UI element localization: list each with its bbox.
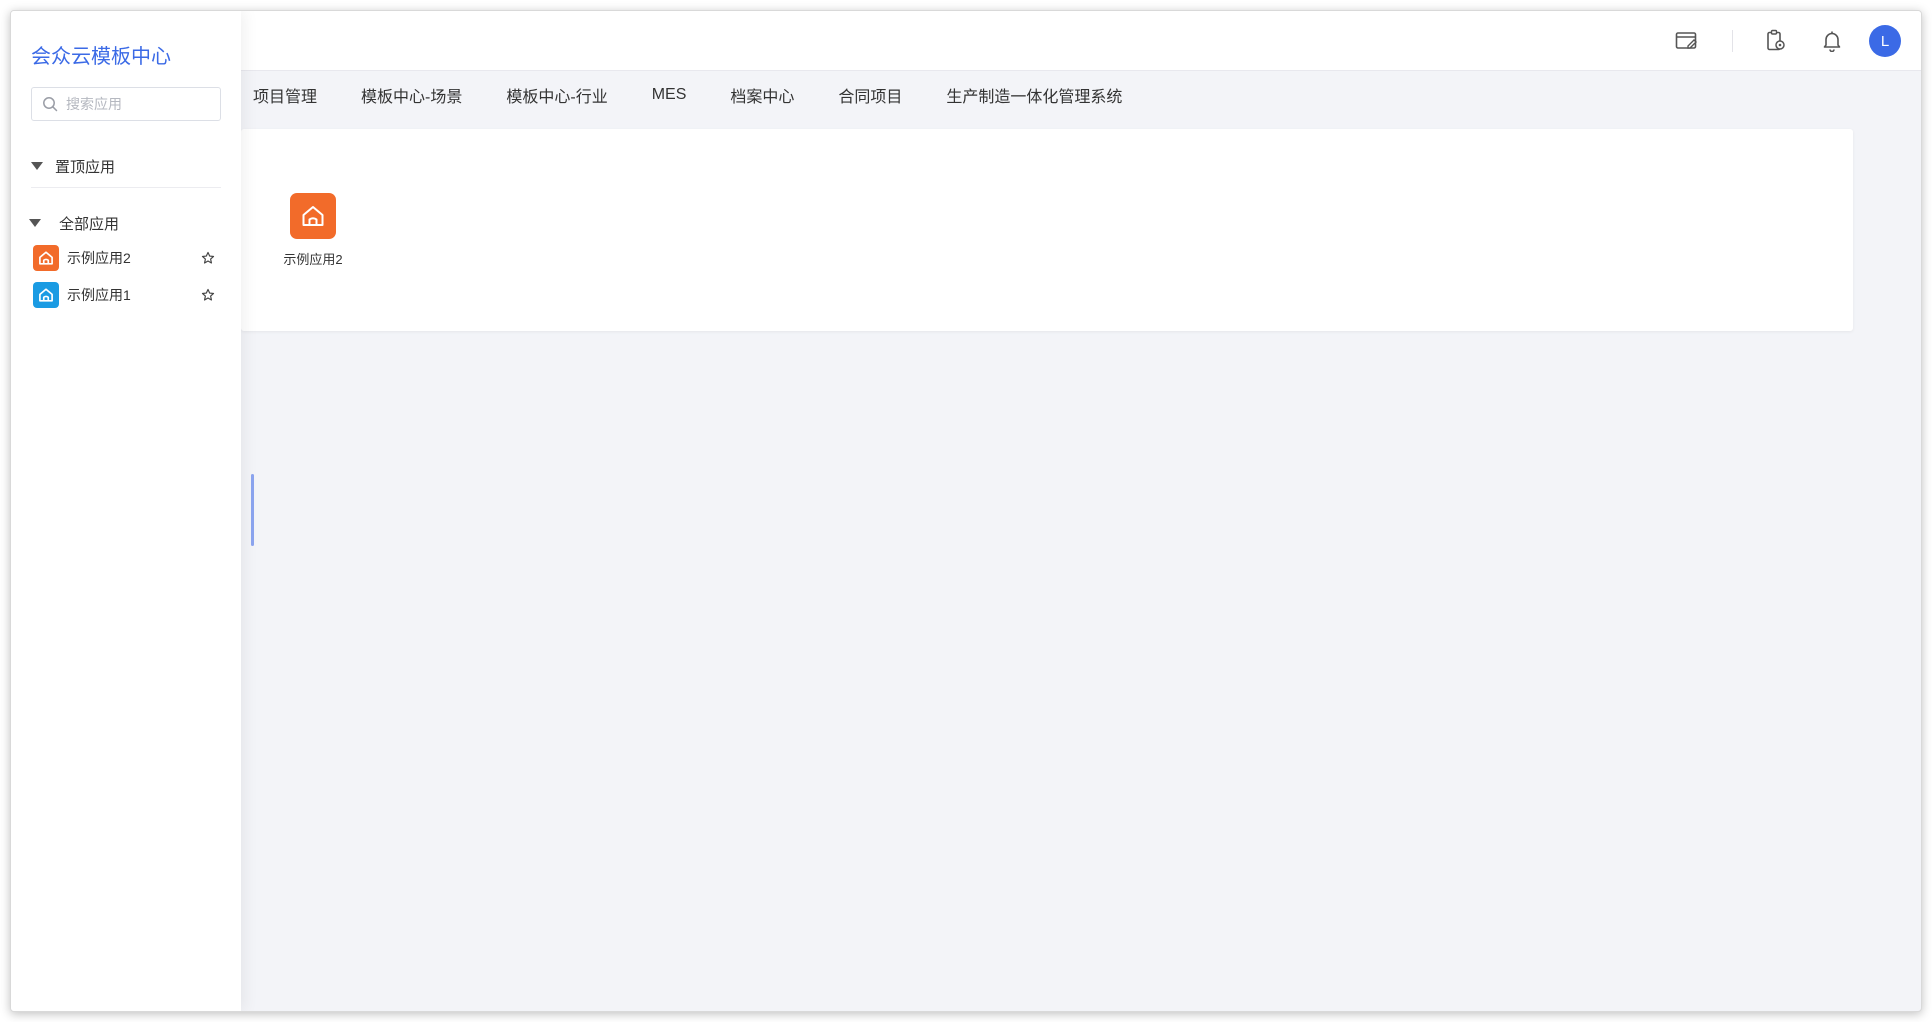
top-nav-tabs: 项目管理 模板中心-场景 模板中心-行业 MES 档案中心 合同项目 生产制造一… [253, 71, 1166, 119]
app-window: L 项目管理 模板中心-场景 模板中心-行业 MES 档案中心 合同项目 生产制… [10, 10, 1922, 1012]
home-icon [39, 288, 53, 302]
all-apps-label: 全部应用 [59, 215, 120, 233]
app-icon [33, 282, 59, 308]
app-icon [33, 245, 59, 271]
clipboard-settings-icon[interactable] [1759, 24, 1793, 58]
tab-template-scenario[interactable]: 模板中心-场景 [361, 83, 462, 107]
app-drawer: 会众云模板中心 置顶应用 全部应用 示例应用2 [11, 11, 241, 1011]
pinned-apps-label: 置顶应用 [55, 158, 116, 176]
user-avatar[interactable]: L [1869, 25, 1901, 57]
header-divider [1732, 30, 1733, 52]
tab-project-management[interactable]: 项目管理 [253, 83, 317, 107]
app-tile-label: 示例应用2 [283, 252, 343, 267]
tab-manufacturing-system[interactable]: 生产制造一体化管理系统 [946, 83, 1122, 107]
tab-mes[interactable]: MES [652, 86, 687, 104]
search-icon [43, 97, 58, 112]
avatar-letter: L [1880, 32, 1890, 50]
header-actions: L [1670, 24, 1901, 58]
caret-down-icon [31, 162, 43, 170]
section-divider [31, 187, 221, 188]
bell-icon[interactable] [1815, 24, 1849, 58]
caret-down-icon [29, 219, 41, 227]
tab-contract-project[interactable]: 合同项目 [838, 83, 902, 107]
search-input[interactable] [64, 95, 214, 113]
search-box[interactable] [31, 87, 221, 121]
app-tile-icon [290, 193, 336, 239]
app-tile[interactable]: 示例应用2 [269, 193, 357, 268]
app-label: 示例应用1 [67, 287, 131, 303]
tab-template-industry[interactable]: 模板中心-行业 [506, 83, 607, 107]
drawer-collapse-handle[interactable] [251, 474, 254, 546]
list-item-app-1[interactable]: 示例应用1 [33, 280, 223, 310]
drawer-title: 会众云模板中心 [31, 46, 171, 68]
list-item-app-2[interactable]: 示例应用2 [33, 243, 223, 273]
tab-archive-center[interactable]: 档案中心 [730, 83, 794, 107]
pinned-apps-header[interactable]: 置顶应用 [31, 154, 115, 178]
all-apps-header[interactable]: 全部应用 [29, 211, 119, 235]
star-outline-icon[interactable] [199, 286, 217, 304]
app-label: 示例应用2 [67, 250, 131, 266]
app-grid-card: 示例应用2 [241, 129, 1853, 331]
home-icon [39, 251, 53, 265]
top-header: L [11, 11, 1921, 71]
star-outline-icon[interactable] [199, 249, 217, 267]
window-edit-icon[interactable] [1670, 24, 1704, 58]
home-icon [302, 206, 324, 226]
